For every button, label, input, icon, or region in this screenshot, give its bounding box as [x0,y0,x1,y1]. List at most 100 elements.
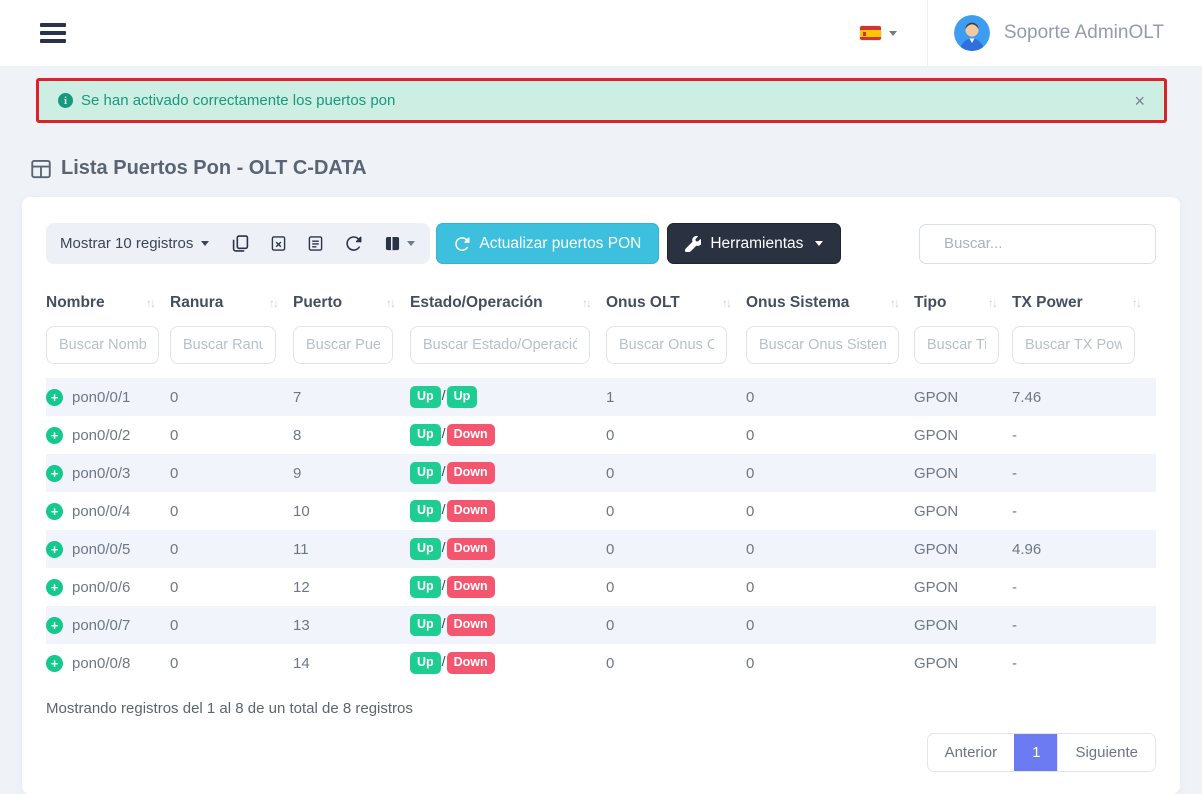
copy-icon [232,235,249,252]
table-row: pon0/0/7 0 13 Up/Down 0 0 GPON - [46,606,1156,644]
expand-row-plus-icon[interactable] [46,655,63,672]
cell-puerto: 8 [293,416,410,454]
cell-puerto: 12 [293,568,410,606]
cell-onus-sistema: 0 [746,606,914,644]
filter-tx-power-input[interactable] [1012,326,1135,364]
cell-estado-operacion: Up/Down [410,606,606,644]
operacion-badge: Down [447,462,495,484]
search-input[interactable] [944,235,1143,252]
estado-badge: Up [410,652,441,674]
expand-row-plus-icon[interactable] [46,541,63,558]
cell-puerto: 10 [293,492,410,530]
file-excel-icon [271,235,286,252]
filter-ranura-input[interactable] [170,326,276,364]
cell-onus-sistema: 0 [746,454,914,492]
operacion-badge: Up [447,386,478,408]
expand-row-plus-icon[interactable] [46,617,63,634]
chevron-down-icon [407,241,415,246]
filter-tipo-input[interactable] [914,326,999,364]
operacion-badge: Down [447,652,495,674]
table-controls-group: Mostrar 10 registros [46,223,430,264]
info-icon: i [58,93,73,108]
column-header-ranura[interactable]: Ranura↑↓ [170,286,293,324]
cell-estado-operacion: Up/Down [410,416,606,454]
column-header-tx-power[interactable]: TX Power↑↓ [1012,286,1156,324]
cell-tx-power: - [1012,644,1156,682]
column-header-puerto[interactable]: Puerto↑↓ [293,286,410,324]
filter-nombre-input[interactable] [46,326,159,364]
records-per-page-dropdown[interactable]: Mostrar 10 registros [60,235,221,252]
table-filter-row [46,324,1156,378]
pagination-previous-button[interactable]: Anterior [928,734,1015,771]
operacion-badge: Down [447,500,495,522]
estado-badge: Up [410,614,441,636]
refresh-icon [454,236,470,252]
column-header-onus-sistema[interactable]: Onus Sistema↑↓ [746,286,914,324]
alert-close-icon[interactable]: × [1134,92,1145,110]
sort-icon: ↑↓ [988,296,996,310]
cell-ranura: 0 [170,492,293,530]
expand-row-plus-icon[interactable] [46,579,63,596]
filter-onus-olt-input[interactable] [606,326,727,364]
status-separator: / [442,501,446,517]
export-document-button[interactable] [297,223,334,264]
cell-tipo: GPON [914,606,1012,644]
pagination-current-page[interactable]: 1 [1014,734,1057,771]
filter-estado-input[interactable] [410,326,590,364]
table-icon [31,159,51,179]
filter-onus-sistema-input[interactable] [746,326,899,364]
cell-estado-operacion: Up/Up [410,378,606,416]
column-visibility-dropdown[interactable] [373,223,426,264]
status-separator: / [442,539,446,555]
cell-ranura: 0 [170,530,293,568]
estado-badge: Up [410,538,441,560]
column-header-estado-operacion[interactable]: Estado/Operación↑↓ [410,286,606,324]
estado-badge: Up [410,424,441,446]
cell-puerto: 7 [293,378,410,416]
chevron-down-icon [201,241,209,246]
success-alert: i Se han activado correctamente los puer… [36,78,1167,123]
cell-ranura: 0 [170,378,293,416]
tools-dropdown-button[interactable]: Herramientas [667,223,841,264]
table-row: pon0/0/2 0 8 Up/Down 0 0 GPON - [46,416,1156,454]
cell-ranura: 0 [170,454,293,492]
expand-row-plus-icon[interactable] [46,465,63,482]
column-header-tipo[interactable]: Tipo↑↓ [914,286,1012,324]
hamburger-menu-icon[interactable] [40,23,66,43]
cell-nombre: pon0/0/1 [46,378,170,416]
cell-tipo: GPON [914,454,1012,492]
export-excel-button[interactable] [260,223,297,264]
expand-row-plus-icon[interactable] [46,503,63,520]
reload-table-button[interactable] [334,223,373,264]
estado-badge: Up [410,576,441,598]
pagination-next-button[interactable]: Siguiente [1057,734,1155,771]
column-header-nombre[interactable]: Nombre↑↓ [46,286,170,324]
table-toolbar: Mostrar 10 registros [46,223,1156,264]
cell-ranura: 0 [170,644,293,682]
cell-puerto: 14 [293,644,410,682]
cell-estado-operacion: Up/Down [410,530,606,568]
language-selector[interactable] [860,26,927,40]
expand-row-plus-icon[interactable] [46,389,63,406]
sort-icon: ↑↓ [386,296,394,310]
cell-onus-sistema: 0 [746,568,914,606]
status-separator: / [442,615,446,631]
user-menu[interactable]: Soporte AdminOLT [928,0,1202,66]
table-row: pon0/0/1 0 7 Up/Up 1 0 GPON 7.46 [46,378,1156,416]
cell-tx-power: 7.46 [1012,378,1156,416]
copy-button[interactable] [221,223,260,264]
update-pon-ports-button[interactable]: Actualizar puertos PON [436,223,659,264]
cell-tx-power: - [1012,568,1156,606]
cell-ranura: 0 [170,416,293,454]
cell-ranura: 0 [170,606,293,644]
cell-onus-olt: 0 [606,492,746,530]
cell-onus-sistema: 0 [746,644,914,682]
filter-puerto-input[interactable] [293,326,393,364]
estado-badge: Up [410,462,441,484]
sort-icon: ↑↓ [582,296,590,310]
cell-onus-sistema: 0 [746,416,914,454]
user-name: Soporte AdminOLT [1004,22,1164,44]
cell-tipo: GPON [914,568,1012,606]
expand-row-plus-icon[interactable] [46,427,63,444]
column-header-onus-olt[interactable]: Onus OLT↑↓ [606,286,746,324]
